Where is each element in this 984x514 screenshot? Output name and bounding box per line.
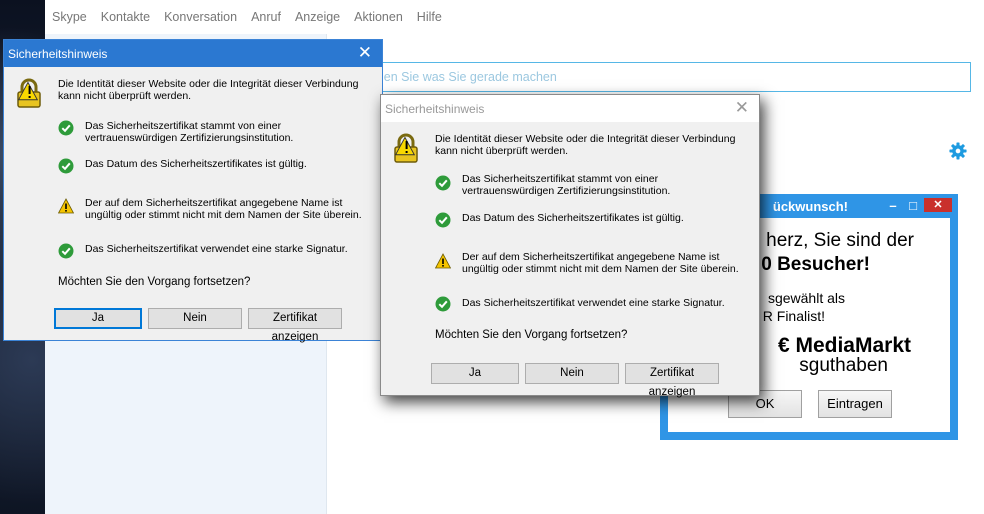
zertifikat-anzeigen-button[interactable]: Zertifikat anzeigen: [248, 308, 342, 343]
menu-konversation[interactable]: Konversation: [164, 10, 237, 24]
close-icon[interactable]: ✕: [358, 43, 372, 63]
check-icon: [58, 120, 74, 136]
ja-button[interactable]: Ja: [54, 308, 142, 329]
security-dialog-active: Sicherheitshinweis ✕ Die Identität diese…: [3, 39, 383, 343]
dialog-question: Möchten Sie den Vorgang fortsetzen?: [58, 276, 251, 288]
nein-button[interactable]: Nein: [148, 308, 242, 329]
dialog-intro: Die Identität dieser Website oder die In…: [58, 78, 359, 102]
nein-button[interactable]: Nein: [525, 363, 619, 384]
check-icon: [435, 175, 451, 191]
eintragen-button[interactable]: Eintragen: [818, 390, 892, 418]
padlock-warning-icon: [17, 78, 41, 108]
menu-hilfe[interactable]: Hilfe: [417, 10, 442, 24]
minimize-icon[interactable]: –: [886, 198, 900, 214]
check-strong-signature: Das Sicherheitszertifikat verwendet eine…: [462, 297, 725, 309]
zertifikat-anzeigen-button[interactable]: Zertifikat anzeigen: [625, 363, 719, 398]
ja-button[interactable]: Ja: [431, 363, 519, 384]
menu-kontakte[interactable]: Kontakte: [101, 10, 150, 24]
dialog-title: Sicherheitshinweis: [8, 47, 108, 61]
check-icon: [58, 243, 74, 259]
check-icon: [435, 212, 451, 228]
close-icon[interactable]: ✕: [924, 198, 952, 212]
dialog-question: Möchten Sie den Vorgang fortsetzen?: [435, 329, 628, 341]
check-strong-signature: Das Sicherheitszertifikat verwendet eine…: [85, 243, 348, 255]
gear-icon[interactable]: [949, 142, 967, 160]
ad-title: ückwunsch!: [772, 199, 848, 214]
check-trusted-ca: Das Sicherheitszertifikat stammt von ein…: [85, 120, 294, 144]
warning-icon: [435, 253, 451, 269]
menu-anruf[interactable]: Anruf: [251, 10, 281, 24]
padlock-warning-icon: [394, 133, 418, 163]
security-dialog-inactive: Sicherheitshinweis ✕ Die Identität diese…: [380, 94, 760, 398]
dialog-titlebar: Sicherheitshinweis ✕: [381, 95, 759, 122]
menu-anzeige[interactable]: Anzeige: [295, 10, 340, 24]
warning-name-mismatch: Der auf dem Sicherheitszertifikat angege…: [462, 251, 739, 275]
mood-message-input[interactable]: len Sie was Sie gerade machen: [375, 62, 971, 92]
menu-skype[interactable]: Skype: [52, 10, 87, 24]
menu-bar: Skype Kontakte Konversation Anruf Anzeig…: [45, 0, 984, 34]
dialog-title: Sicherheitshinweis: [385, 102, 485, 116]
dialog-intro: Die Identität dieser Website oder die In…: [435, 133, 736, 157]
warning-icon: [58, 198, 74, 214]
check-date-valid: Das Datum des Sicherheitszertifikates is…: [462, 212, 684, 224]
check-date-valid: Das Datum des Sicherheitszertifikates is…: [85, 158, 307, 170]
maximize-icon[interactable]: □: [906, 198, 920, 214]
check-icon: [58, 158, 74, 174]
dialog-titlebar: Sicherheitshinweis ✕: [4, 40, 382, 67]
menu-aktionen[interactable]: Aktionen: [354, 10, 403, 24]
check-icon: [435, 296, 451, 312]
check-trusted-ca: Das Sicherheitszertifikat stammt von ein…: [462, 173, 671, 197]
warning-name-mismatch: Der auf dem Sicherheitszertifikat angege…: [85, 197, 362, 221]
close-icon[interactable]: ✕: [735, 98, 749, 118]
